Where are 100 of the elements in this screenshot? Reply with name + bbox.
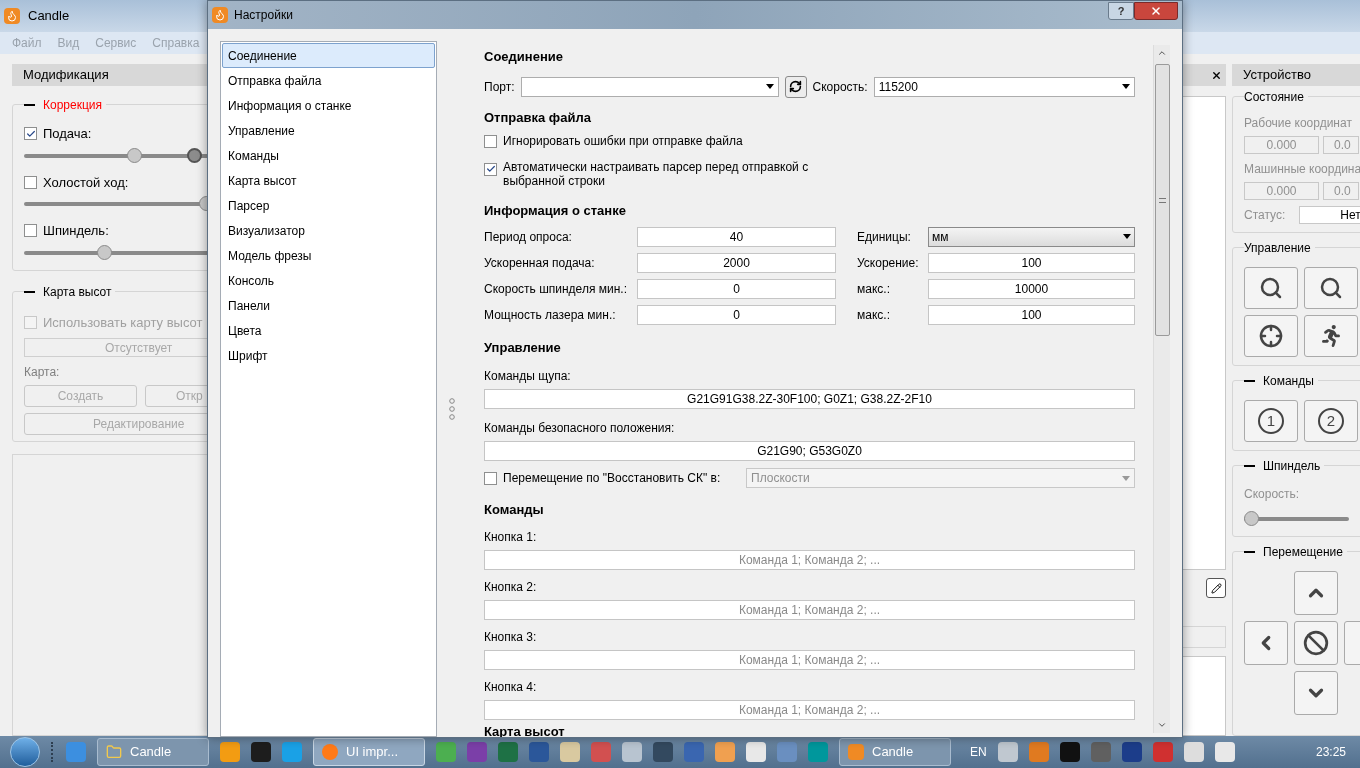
- nav-item[interactable]: Парсер: [222, 193, 435, 218]
- nav-item[interactable]: Цвета: [222, 318, 435, 343]
- palette-icon[interactable]: [560, 742, 580, 762]
- field-label: Команды щупа:: [484, 368, 572, 385]
- nav-item[interactable]: Консоль: [222, 268, 435, 293]
- dialog-title: Настройки: [234, 7, 293, 24]
- panel-header: Устройство: [1232, 64, 1360, 86]
- clock: 23:25: [1315, 744, 1346, 761]
- number-field[interactable]: 100: [928, 304, 1135, 325]
- checkbox[interactable]: [24, 315, 37, 329]
- number-field[interactable]: 40: [637, 226, 836, 247]
- magnifier-icon: [1259, 276, 1283, 300]
- checkbox[interactable]: [484, 135, 497, 148]
- probe-commands-field[interactable]: G21G91G38.2Z-30F100; G0Z1; G38.2Z-2F10: [484, 389, 1135, 409]
- nav-item[interactable]: Панели: [222, 293, 435, 318]
- slider-thumb[interactable]: [127, 147, 143, 163]
- nav-item[interactable]: Карта высот: [222, 168, 435, 193]
- command-field[interactable]: Команда 1; Команда 2; ...: [484, 649, 1135, 670]
- run-button[interactable]: [1304, 315, 1358, 357]
- pencil-icon: [1210, 582, 1222, 594]
- scroll-down-icon[interactable]: [1157, 720, 1167, 730]
- close-icon: [1150, 5, 1162, 17]
- coordinates-label: Рабочие координат: [1244, 115, 1353, 132]
- scroll-up-icon[interactable]: [1157, 48, 1167, 58]
- slider-thumb[interactable]: [1244, 511, 1259, 526]
- zero-button[interactable]: [1244, 315, 1298, 357]
- app-icon[interactable]: [251, 742, 271, 762]
- section-title: Отправка файла: [484, 108, 592, 127]
- collapse-icon[interactable]: [24, 290, 35, 293]
- tray-icon[interactable]: [1214, 742, 1235, 762]
- checkbox[interactable]: [484, 162, 497, 176]
- field-label: Команды безопасного положения:: [484, 420, 676, 437]
- panel-header: Модификация: [12, 64, 210, 86]
- media-player-icon[interactable]: [220, 742, 240, 762]
- app-icon[interactable]: [715, 742, 735, 762]
- checkbox[interactable]: [24, 175, 37, 189]
- nav-item[interactable]: Отправка файла: [222, 68, 435, 93]
- tray-icon[interactable]: [1121, 742, 1142, 762]
- field-label: Кнопка 2:: [484, 578, 538, 596]
- checkbox-label: Использовать карту высот: [43, 313, 203, 332]
- speed-label: Скорость:: [1244, 486, 1301, 503]
- nav-item[interactable]: Команды: [222, 143, 435, 168]
- tray-icon[interactable]: [1183, 742, 1204, 762]
- checkbox-label: Подача:: [43, 125, 92, 143]
- section-title: Управление: [484, 338, 562, 357]
- nav-item[interactable]: Модель фрезы: [222, 243, 435, 268]
- browser-icon: [322, 744, 338, 760]
- jog-down-button[interactable]: [1294, 671, 1338, 715]
- help-button[interactable]: ?: [1108, 2, 1134, 20]
- number-field[interactable]: 10000: [928, 278, 1135, 299]
- pencil-button[interactable]: [1206, 578, 1226, 598]
- checkbox[interactable]: [24, 127, 37, 141]
- browser-icon[interactable]: [436, 742, 456, 762]
- checkbox[interactable]: [484, 471, 497, 485]
- close-icon[interactable]: [1211, 69, 1222, 81]
- slider[interactable]: [1244, 511, 1349, 526]
- refresh-button[interactable]: [784, 75, 807, 98]
- language-indicator[interactable]: EN: [970, 743, 987, 761]
- checkbox[interactable]: [24, 224, 37, 238]
- number-field[interactable]: 0: [637, 304, 836, 325]
- document-icon[interactable]: [529, 742, 549, 762]
- group-title: Карта высот: [43, 283, 112, 301]
- tray-icon[interactable]: [997, 742, 1018, 762]
- command-button[interactable]: 2: [1304, 400, 1358, 442]
- speed-select[interactable]: 115200: [873, 76, 1135, 97]
- coordinate-field: 0.0: [1323, 182, 1359, 200]
- command-button[interactable]: 1: [1244, 400, 1298, 442]
- scrollbar[interactable]: [1153, 45, 1170, 733]
- coordinate-field: 0.000: [1244, 182, 1319, 200]
- jog-left-button[interactable]: [1244, 621, 1288, 665]
- jog-up-button[interactable]: [1294, 571, 1338, 615]
- port-select[interactable]: [520, 76, 779, 97]
- safe-position-field[interactable]: G21G90; G53G0Z0: [484, 441, 1135, 461]
- command-field[interactable]: Команда 1; Команда 2; ...: [484, 599, 1135, 620]
- number-field[interactable]: 2000: [637, 252, 836, 273]
- tray-icon[interactable]: [1059, 742, 1080, 762]
- nav-item[interactable]: Информация о станке: [222, 93, 435, 118]
- field-label: Ускоренная подача:: [484, 254, 596, 272]
- start-button[interactable]: [10, 737, 40, 767]
- nav-item[interactable]: Соединение: [222, 43, 435, 68]
- window-icon[interactable]: [746, 742, 766, 762]
- units-select[interactable]: мм: [928, 226, 1135, 247]
- slider-thumb[interactable]: [97, 244, 113, 260]
- command-field[interactable]: Команда 1; Команда 2; ...: [484, 549, 1135, 570]
- nav-item[interactable]: Визуализатор: [222, 218, 435, 243]
- number-field[interactable]: 0: [637, 278, 836, 299]
- folder-icon: [106, 744, 122, 760]
- number-field[interactable]: 100: [928, 252, 1135, 273]
- field-label: Мощность лазера мин.:: [484, 306, 617, 324]
- nav-item[interactable]: Управление: [222, 118, 435, 143]
- app-logo-icon: [4, 8, 20, 24]
- close-button[interactable]: [1134, 2, 1178, 20]
- stop-button[interactable]: [1294, 621, 1338, 665]
- checkbox-label: Перемещение по "Восстановить СК" в:: [503, 470, 722, 487]
- nav-item[interactable]: Шрифт: [222, 343, 435, 368]
- slider-thumb[interactable]: [186, 147, 202, 163]
- command-field[interactable]: Команда 1; Команда 2; ...: [484, 699, 1135, 720]
- section-title: Соединение: [484, 48, 564, 66]
- calculator-icon[interactable]: [622, 742, 642, 762]
- splitter-handle-icon[interactable]: [449, 398, 455, 420]
